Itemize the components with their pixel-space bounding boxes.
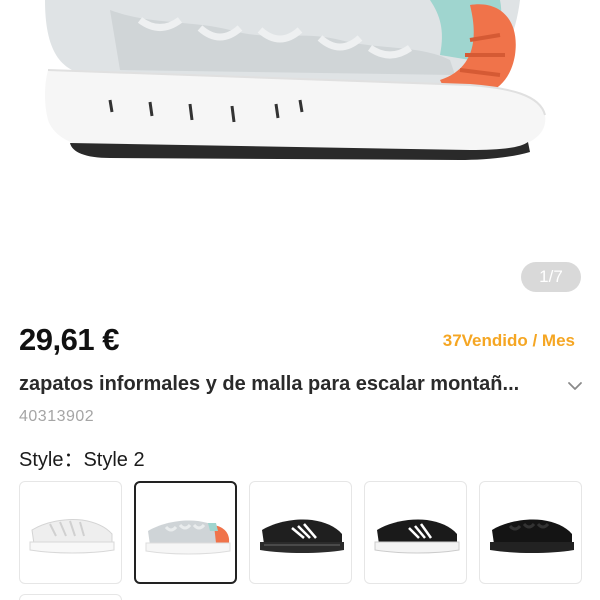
all-black-sneaker-thumbnail (490, 519, 574, 553)
style-option-2[interactable] (134, 481, 237, 584)
selected-style-value: Style 2 (83, 449, 145, 471)
product-sku: 40313902 (19, 408, 95, 425)
style-option-row-2-peek[interactable] (19, 594, 122, 600)
grey-orange-sneaker-thumbnail (145, 520, 231, 555)
style-option-5[interactable] (479, 481, 582, 584)
style-option-1[interactable] (19, 481, 122, 584)
product-price: 29,61 € (19, 322, 119, 357)
product-page: 1/7 29,61 € 37Vendido / Mes zapatos info… (0, 0, 600, 600)
black-white-stripe-sneaker-thumbnail (260, 519, 344, 553)
style-option-4[interactable] (364, 481, 467, 584)
style-option-3[interactable] (249, 481, 352, 584)
chevron-down-icon[interactable] (566, 377, 584, 395)
product-title: zapatos informales y de malla para escal… (19, 373, 520, 395)
style-label: Style： (19, 449, 84, 471)
black-white-sole-sneaker-thumbnail (374, 519, 460, 554)
product-image-carousel[interactable]: 1/7 (0, 0, 600, 305)
sneaker-hero-image (45, 0, 546, 160)
product-title-row[interactable]: zapatos informales y de malla para escal… (19, 373, 584, 399)
style-selector-label: Style：Style 2 (19, 443, 145, 472)
monthly-sales-label: 37Vendido / Mes (442, 331, 575, 350)
white-sneaker-thumbnail (29, 519, 115, 554)
image-counter-badge: 1/7 (521, 262, 581, 292)
style-options (19, 481, 585, 585)
